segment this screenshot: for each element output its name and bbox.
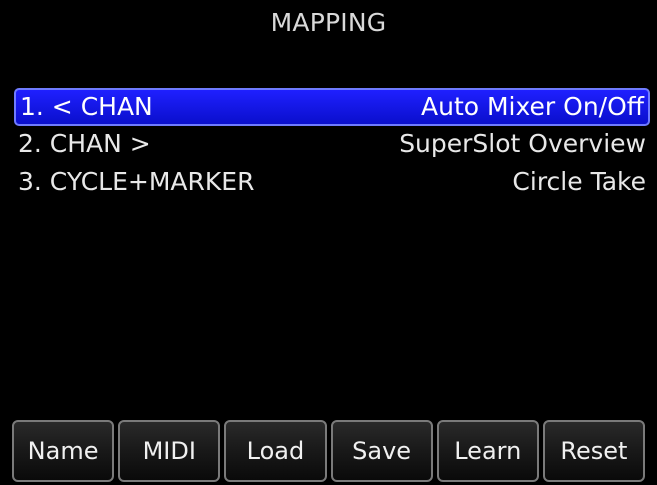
mapping-row-2[interactable]: 2. CHAN > SuperSlot Overview (14, 126, 650, 166)
mapping-row-1-action: Auto Mixer On/Off (421, 92, 644, 121)
page-title: MAPPING (270, 8, 387, 37)
mapping-row-2-control: 2. CHAN > (18, 129, 151, 158)
mapping-row-2-action: SuperSlot Overview (399, 129, 646, 158)
mapping-row-1-control: 1. < CHAN (20, 92, 153, 121)
mapping-row-3-action: Circle Take (512, 167, 646, 196)
mapping-row-1[interactable]: 1. < CHAN Auto Mixer On/Off (14, 88, 650, 126)
mapping-row-3[interactable]: 3. CYCLE+MARKER Circle Take (14, 164, 650, 204)
midi-button[interactable]: MIDI (118, 420, 221, 482)
mapping-list: 1. < CHAN Auto Mixer On/Off 2. CHAN > Su… (14, 88, 650, 204)
load-button[interactable]: Load (224, 420, 327, 482)
name-button[interactable]: Name (12, 420, 115, 482)
save-button[interactable]: Save (330, 420, 433, 482)
softkey-bar: Name MIDI Load Save Learn Reset (12, 420, 646, 482)
learn-button[interactable]: Learn (436, 420, 539, 482)
reset-button[interactable]: Reset (542, 420, 646, 482)
mapping-row-3-control: 3. CYCLE+MARKER (18, 167, 255, 196)
